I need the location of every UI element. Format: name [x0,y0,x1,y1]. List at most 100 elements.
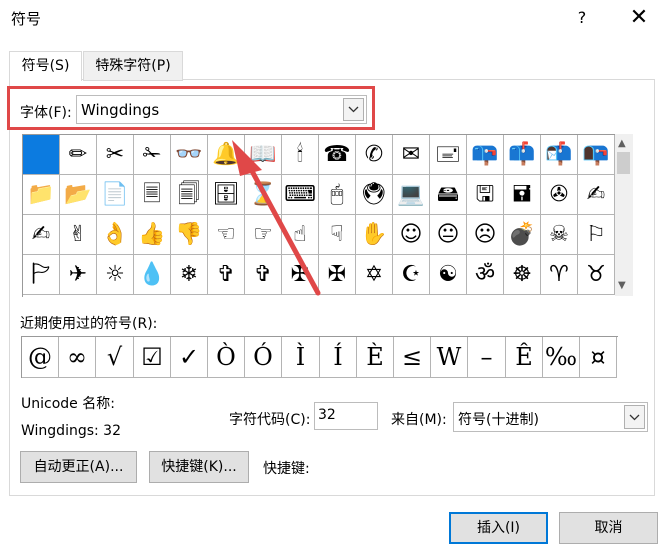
recent-symbol-cell[interactable]: @ [22,337,59,378]
symbol-cell[interactable]: 💣 [504,215,541,255]
dialog-title: 符号 [11,10,42,28]
from-select-value: 符号(十进制) [458,412,539,428]
symbol-cell[interactable]: 🖫 [467,175,504,215]
close-button[interactable]: ✕ [625,4,653,32]
symbol-cell[interactable]: ⌨ [282,175,319,215]
symbol-cell[interactable]: ✋ [356,215,393,255]
recent-symbol-cell[interactable]: – [468,337,506,378]
help-button[interactable]: ? [571,4,593,32]
symbol-cell[interactable]: 📖 [245,135,282,175]
symbol-cell[interactable]: 🖲 [356,175,393,215]
tab-special-characters[interactable]: 特殊字符(P) [83,51,183,81]
symbol-cell[interactable]: 📄 [97,175,134,215]
symbol-cell[interactable]: ☺ [393,215,430,255]
character-code-input[interactable]: 32 [314,402,378,430]
symbol-cell[interactable]: 🖃 [430,135,467,175]
symbol-grid-scrollbar[interactable]: ▲ ▼ [615,134,633,296]
recent-symbol-cell[interactable]: ✓ [171,337,208,378]
symbol-cell[interactable]: ☪ [393,255,430,295]
symbol-cell[interactable]: ⌛ [245,175,282,215]
recent-symbol-cell[interactable]: Í [320,337,357,378]
symbol-cell[interactable]: 📭 [578,135,615,175]
recent-symbol-cell[interactable]: È [357,337,394,378]
symbol-cell[interactable]: 👎 [171,215,208,255]
symbol-cell[interactable]: 👓 [171,135,208,175]
autocorrect-button[interactable]: 自动更正(A)... [20,451,137,483]
symbol-cell[interactable]: ✠ [282,255,319,295]
scroll-down-icon[interactable]: ▼ [618,280,626,291]
symbol-cell[interactable]: ✏ [60,135,97,175]
symbol-cell[interactable]: ✁ [134,135,171,175]
symbol-cell[interactable]: 📫 [504,135,541,175]
symbol-cell[interactable]: ☹ [467,215,504,255]
symbol-cell[interactable]: ♈ [541,255,578,295]
unicode-name-label: Unicode 名称: [21,396,115,412]
symbol-cell[interactable]: 🗏 [134,175,171,215]
symbol-cell[interactable]: ✉ [393,135,430,175]
symbol-cell[interactable]: ☟ [319,215,356,255]
symbol-cell[interactable]: ✆ [356,135,393,175]
symbol-cell[interactable]: ✇ [541,175,578,215]
recent-symbol-cell[interactable]: W [431,337,468,378]
from-select[interactable]: 符号(十进制) [453,402,648,432]
symbol-cell[interactable]: 🔔 [208,135,245,175]
recent-symbol-cell[interactable]: ≤ [394,337,431,378]
symbol-cell[interactable]: 🖱 [319,175,356,215]
symbol-cell[interactable]: ❄ [171,255,208,295]
recent-symbol-cell[interactable]: Ò [208,337,245,378]
recent-symbol-cell[interactable]: Ì [282,337,320,378]
symbol-cell[interactable]: 📁 [23,175,60,215]
symbol-cell[interactable]: ☯ [430,255,467,295]
symbol-cell[interactable]: 📪 [467,135,504,175]
insert-button[interactable]: 插入(I) [449,512,548,544]
recent-symbol-cell[interactable]: ‰ [543,337,580,378]
symbol-grid[interactable]: ✏ ✂ ✁ 👓 🔔 📖 🕯 ☎ ✆ ✉ 🖃 📪 📫 📬 📭 📁 📂 📄 🗏 🗐 🗄 ⌛ ⌨ 🖱 🖲 💻 🖴 🖫 🖬 ✇ ✍ ✍ ✌ 👌 👍 👎 ☜ ☞ ☝ ☟… [22,134,616,297]
symbol-cell[interactable]: 📂 [60,175,97,215]
symbol-cell[interactable]: ☞ [245,215,282,255]
symbol-cell[interactable]: 🏱 [23,255,60,295]
recent-symbols-row[interactable]: @ ∞ √ ☑ ✓ Ò Ó Ì Í È ≤ W – Ê ‰ ¤ [21,336,618,378]
symbol-cell[interactable]: 💻 [393,175,430,215]
symbol-cell[interactable]: ✞ [245,255,282,295]
symbol-cell[interactable]: ॐ [467,255,504,295]
symbol-cell[interactable]: 📬 [541,135,578,175]
recent-symbol-cell[interactable]: ¤ [580,337,617,378]
symbol-cell[interactable]: ✈ [60,255,97,295]
symbol-cell[interactable]: ✍ [23,215,60,255]
symbol-cell[interactable]: ☸ [504,255,541,295]
chevron-down-icon[interactable] [624,405,645,429]
cancel-button[interactable]: 取消 [559,512,658,544]
symbol-cell[interactable]: ☼ [97,255,134,295]
scroll-up-icon[interactable]: ▲ [618,138,626,149]
scroll-thumb[interactable] [617,152,630,174]
symbol-cell[interactable]: ☎ [319,135,356,175]
symbol-cell[interactable]: ☝ [282,215,319,255]
symbol-cell[interactable]: ✍ [578,175,615,215]
symbol-cell[interactable] [23,135,60,175]
symbol-cell[interactable]: ⚐ [578,215,615,255]
symbol-cell[interactable]: 👍 [134,215,171,255]
symbol-cell[interactable]: ☠ [541,215,578,255]
tab-symbols[interactable]: 符号(S) [9,51,82,81]
shortcut-key-button[interactable]: 快捷键(K)... [149,451,249,483]
symbol-cell[interactable]: ✠ [319,255,356,295]
symbol-cell[interactable]: 😐 [430,215,467,255]
symbol-cell[interactable]: 🕯 [282,135,319,175]
recent-symbol-cell[interactable]: √ [96,337,134,378]
symbol-cell[interactable]: ✞ [208,255,245,295]
symbol-cell[interactable]: ☜ [208,215,245,255]
recent-symbol-cell[interactable]: Ê [506,337,543,378]
symbol-cell[interactable]: ✂ [97,135,134,175]
symbol-cell[interactable]: 👌 [97,215,134,255]
symbol-cell[interactable]: ♉ [578,255,615,295]
symbol-cell[interactable]: 🖬 [504,175,541,215]
recent-symbol-cell[interactable]: ∞ [59,337,96,378]
symbol-cell[interactable]: 🗐 [171,175,208,215]
recent-symbol-cell[interactable]: ☑ [134,337,171,378]
symbol-cell[interactable]: 🗄 [208,175,245,215]
recent-symbol-cell[interactable]: Ó [245,337,282,378]
symbol-cell[interactable]: 🖴 [430,175,467,215]
symbol-cell[interactable]: ✡ [356,255,393,295]
symbol-cell[interactable]: 💧 [134,255,171,295]
symbol-cell[interactable]: ✌ [60,215,97,255]
